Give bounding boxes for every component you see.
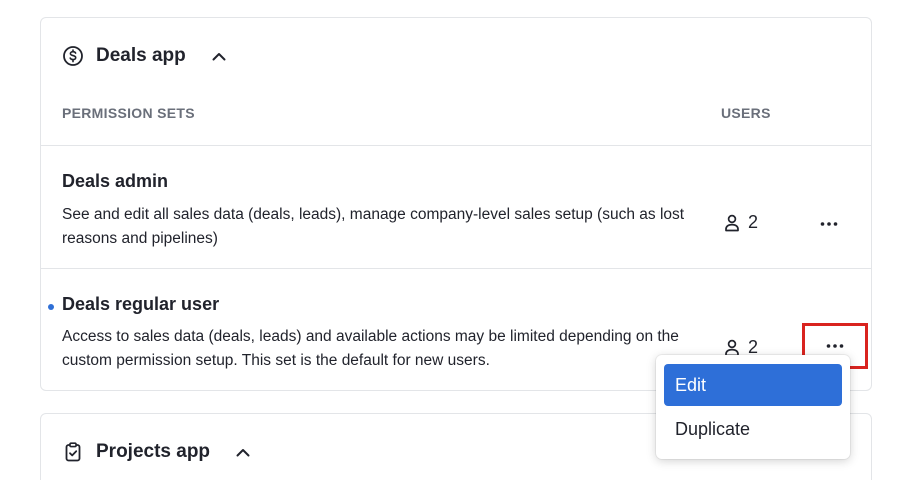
chevron-up-icon[interactable] <box>234 443 252 461</box>
default-indicator-dot <box>48 304 54 310</box>
user-icon <box>724 214 740 232</box>
deals-app-header: Deals app <box>62 44 228 68</box>
permission-set-description: Access to sales data (deals, leads) and … <box>62 328 679 369</box>
menu-item-duplicate[interactable]: Duplicate <box>664 408 842 450</box>
clipboard-check-icon <box>62 441 84 463</box>
more-horizontal-icon <box>820 222 838 226</box>
permission-set-row: Deals admin See and edit all sales data … <box>41 146 871 268</box>
projects-app-header: Projects app <box>62 440 252 464</box>
deals-app-title: Deals app <box>96 45 186 66</box>
more-horizontal-icon <box>826 344 844 348</box>
user-icon <box>724 339 740 357</box>
projects-app-title: Projects app <box>96 441 211 462</box>
more-actions-button[interactable] <box>809 210 849 238</box>
permission-sets-column-header: PERMISSION SETS <box>62 105 195 121</box>
permission-set-description: See and edit all sales data (deals, lead… <box>62 206 685 247</box>
menu-item-edit[interactable]: Edit <box>664 364 842 406</box>
permission-set-title: Deals regular user <box>62 294 220 314</box>
users-count: 2 <box>724 212 758 233</box>
users-count-value: 2 <box>748 212 759 232</box>
chevron-up-icon[interactable] <box>210 47 228 65</box>
users-column-header: USERS <box>721 105 771 121</box>
dollar-circle-icon <box>62 45 84 67</box>
permission-set-title: Deals admin <box>62 171 169 191</box>
deals-app-card: Deals app PERMISSION SETS USERS Deals ad… <box>40 17 872 391</box>
actions-dropdown-menu: Edit Duplicate <box>656 355 850 459</box>
